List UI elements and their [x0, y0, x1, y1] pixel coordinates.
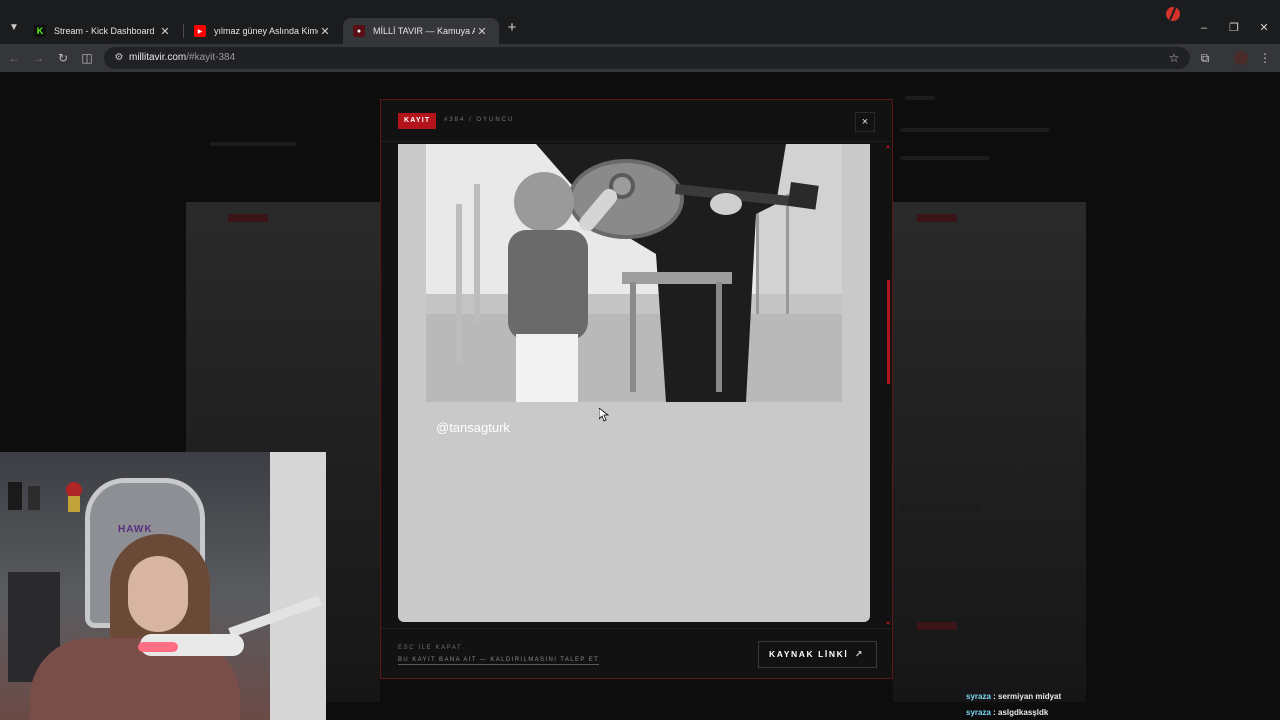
restore-icon[interactable]: ❐ — [1226, 20, 1242, 36]
browser-tab-bar: ▼ K Stream - Kick Dashboard ✕ ▶ yılmaz g… — [0, 0, 1280, 44]
mouse-cursor-icon — [599, 408, 609, 422]
chat-username: syraza — [966, 708, 991, 717]
bg-text-line — [905, 96, 935, 100]
site-info-icon[interactable]: ⚙ — [112, 51, 126, 65]
record-breadcrumb: #384 / OYUNCU — [444, 117, 515, 123]
bg-badge-right — [917, 214, 957, 222]
url-text: millitavir.com/#kayit-384 — [129, 52, 235, 63]
post-author-handle[interactable]: @tansagturk — [436, 420, 510, 435]
bg-badge-right-2 — [917, 622, 957, 630]
tab-title: yılmaz güney Aslında Kimdi? | Y — [214, 26, 318, 36]
record-badge: KAYIT — [398, 113, 437, 129]
url-path: /#kayit-384 — [186, 52, 236, 63]
tab-milli-tavir[interactable]: ● MİLLİ TAVIR — Kamuya Açık Pe ✕ — [343, 18, 499, 44]
tab-title: MİLLİ TAVIR — Kamuya Açık Pe — [373, 26, 475, 36]
profile-avatar[interactable] — [1234, 51, 1248, 65]
close-tab-icon[interactable]: ✕ — [475, 25, 489, 38]
new-tab-button[interactable]: + — [504, 20, 520, 36]
split-view-icon[interactable]: ◫ — [79, 50, 95, 66]
tab-kick-dashboard[interactable]: K Stream - Kick Dashboard ✕ — [24, 18, 182, 44]
figurines-illustration — [8, 482, 82, 512]
minimize-icon[interactable]: – — [1196, 20, 1212, 36]
modal-content: @tansagturk — [398, 144, 870, 622]
esc-close-hint: ESC İLE KAPAT — [398, 645, 463, 651]
youtube-icon: ▶ — [194, 25, 206, 37]
webcam-wall — [270, 452, 326, 720]
close-tab-icon[interactable]: ✕ — [158, 25, 172, 38]
embedded-post-photo — [426, 144, 842, 402]
bg-text-line — [900, 128, 1050, 132]
chat-text: aslgdkasşldk — [998, 708, 1049, 717]
modal-scrollbar[interactable] — [885, 144, 889, 628]
record-modal: KAYIT #384 / OYUNCU × @tansagturk ESC İL… — [380, 99, 893, 679]
close-tab-icon[interactable]: ✕ — [318, 25, 332, 38]
scrollbar-thumb[interactable] — [887, 280, 890, 384]
removal-request-link[interactable]: BU KAYIT BANA AİT — KALDIRILMASINI TALEP… — [398, 657, 600, 665]
source-link-button[interactable]: KAYNAK LİNKİ ↗ — [758, 641, 877, 668]
external-arrow-icon: ↗ — [854, 649, 864, 659]
address-bar[interactable]: ⚙ millitavir.com/#kayit-384 ☆ — [104, 47, 1190, 69]
extension-logo-icon — [1166, 5, 1180, 21]
extensions-puzzle-icon[interactable]: ⧉ — [1197, 50, 1213, 66]
browser-toolbar: ← → ↻ ◫ ⚙ millitavir.com/#kayit-384 ☆ ⧉ … — [0, 44, 1280, 72]
site-icon: ● — [353, 25, 365, 37]
tab-search-chevron-icon[interactable]: ▼ — [6, 20, 22, 36]
chat-username: syraza — [966, 692, 991, 701]
tab-title: Stream - Kick Dashboard — [54, 26, 155, 36]
source-link-label: KAYNAK LİNKİ — [769, 649, 849, 659]
modal-close-button[interactable]: × — [855, 112, 875, 132]
tab-youtube-video[interactable]: ▶ yılmaz güney Aslında Kimdi? | Y ✕ — [184, 18, 342, 44]
modal-header: KAYIT #384 / OYUNCU × — [381, 100, 892, 142]
scroll-down-arrow-icon[interactable] — [886, 622, 890, 625]
photo-illustration — [426, 144, 842, 402]
webcam-overlay: HAWK — [0, 452, 326, 720]
browser-menu-icon[interactable]: ⋮ — [1257, 50, 1273, 66]
bookmark-star-icon[interactable]: ☆ — [1166, 50, 1182, 66]
bg-text-line — [900, 156, 990, 160]
forward-icon[interactable]: → — [30, 50, 46, 66]
kick-icon: K — [34, 25, 46, 37]
chat-message: syraza : sermiyan midyat — [966, 692, 1062, 701]
streamer-face — [128, 556, 188, 632]
chat-text: sermiyan midyat — [998, 692, 1062, 701]
reload-icon[interactable]: ↻ — [55, 50, 71, 66]
scroll-up-arrow-icon[interactable] — [886, 145, 890, 148]
url-host: millitavir.com — [129, 52, 187, 63]
chat-message: syraza : aslgdkasşldk — [966, 708, 1049, 717]
back-icon[interactable]: ← — [6, 50, 22, 66]
bg-text-line — [210, 142, 296, 146]
modal-footer: ESC İLE KAPAT BU KAYIT BANA AİT — KALDIR… — [381, 628, 892, 680]
microphone-light — [138, 642, 178, 652]
bg-badge-left — [228, 214, 268, 222]
bg-text-line — [900, 554, 1010, 558]
bg-text-line — [900, 504, 980, 512]
close-window-icon[interactable]: ✕ — [1256, 20, 1272, 36]
